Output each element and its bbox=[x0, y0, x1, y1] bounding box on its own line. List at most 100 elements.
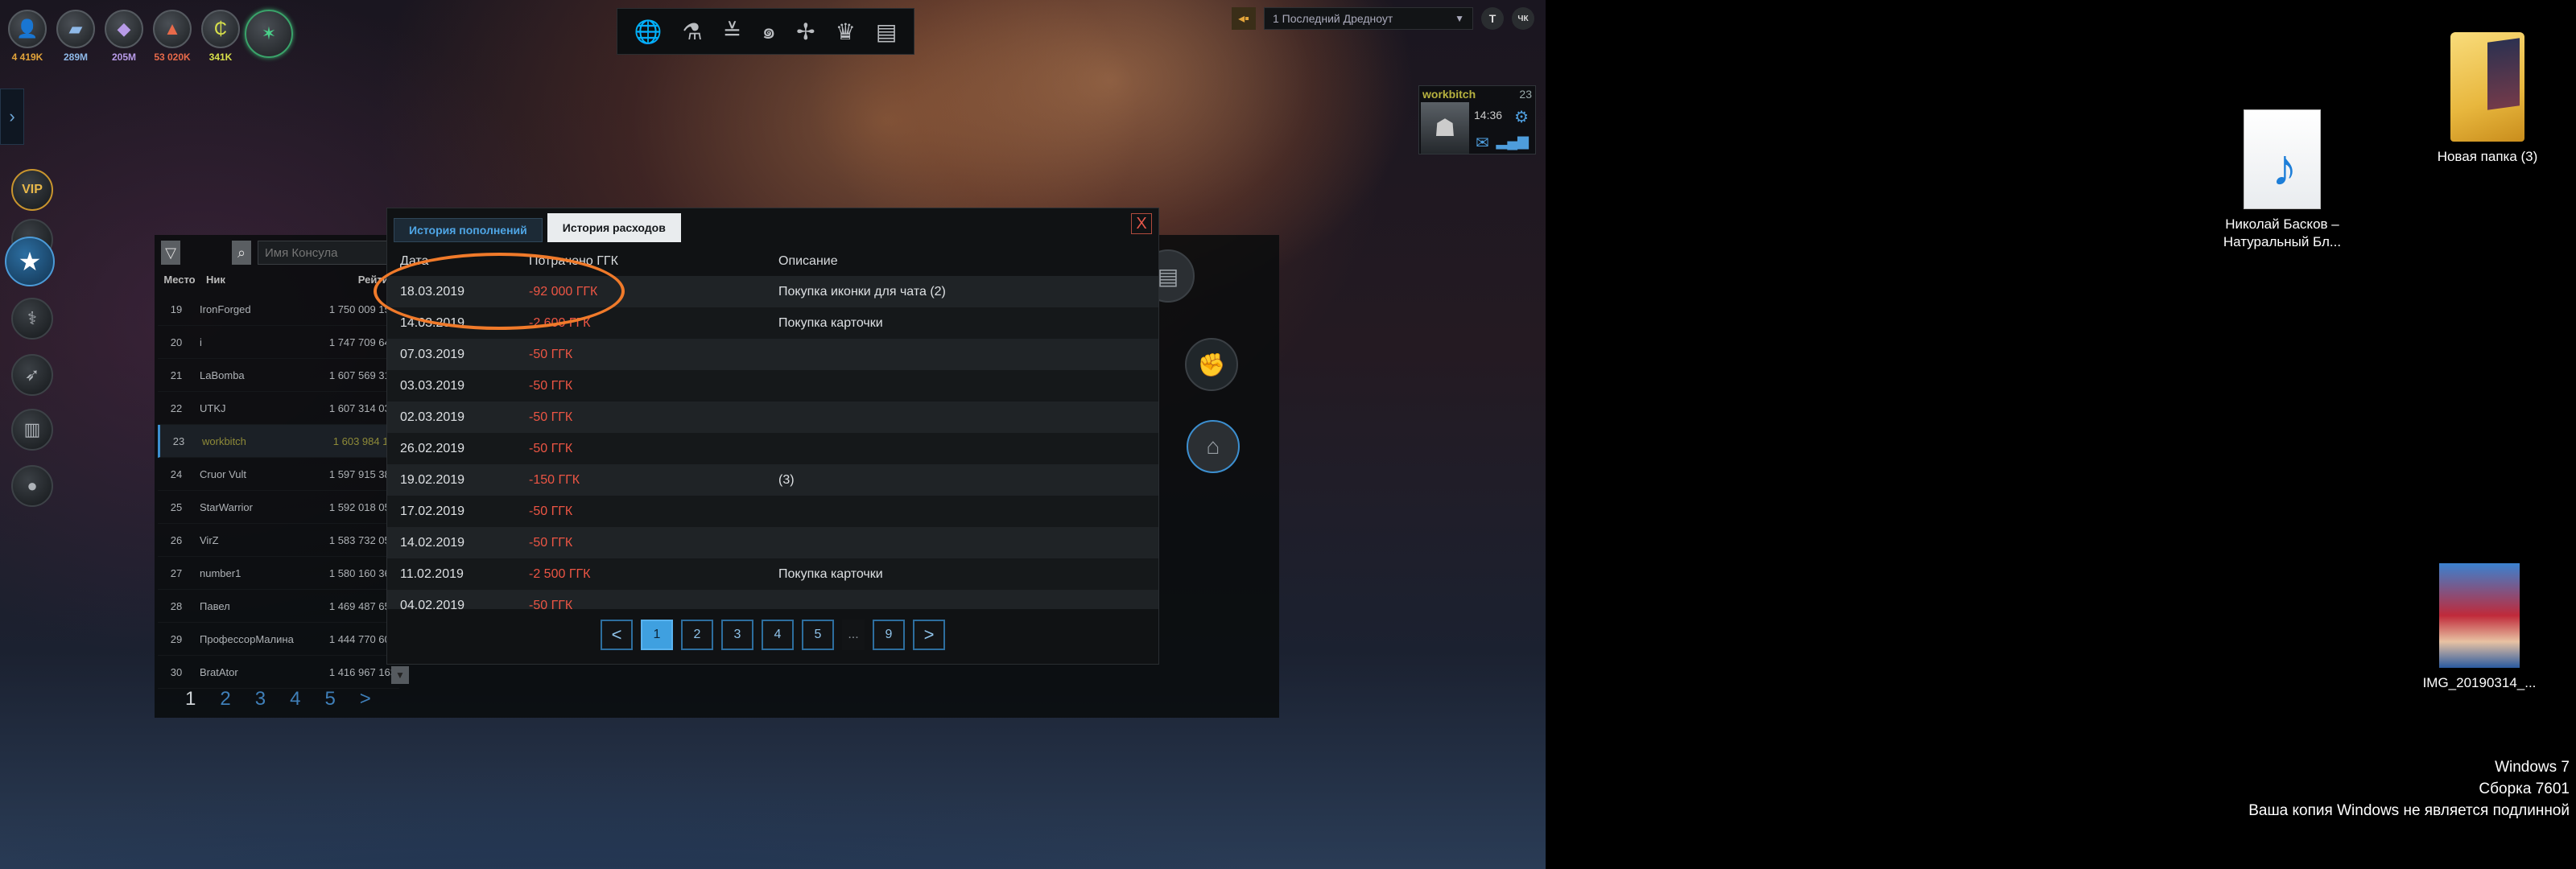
desktop-icon-media[interactable]: Николай Басков – Натуральный Бл... bbox=[2202, 109, 2363, 251]
resource-value: 341K bbox=[208, 51, 233, 63]
table-row[interactable]: 27 number1 1 580 160 366 bbox=[158, 557, 399, 590]
page-button-5[interactable]: 5 bbox=[802, 620, 834, 650]
gear-icon[interactable]: ⚙ bbox=[1514, 107, 1529, 127]
dialog-tabs: История пополнений История расходов bbox=[394, 213, 681, 242]
rating-nick: Cruor Vult bbox=[200, 467, 247, 480]
table-row[interactable]: 26 VirZ 1 583 732 053 bbox=[158, 524, 399, 557]
row-date: 11.02.2019 bbox=[400, 566, 464, 581]
row-spent: -2 600 ГГК bbox=[529, 315, 591, 330]
page-button-2[interactable]: 2 bbox=[681, 620, 713, 650]
windows-desktop: Новая папка (3) Николай Басков – Натурал… bbox=[1546, 0, 2576, 869]
rating-place: 24 bbox=[170, 467, 183, 480]
table-row[interactable]: 21 LaBomba 1 607 569 317 bbox=[158, 359, 399, 392]
avatar[interactable]: ☗ bbox=[1421, 102, 1469, 154]
resource-credits[interactable]: ₵ 341K bbox=[198, 10, 243, 66]
header-place: Место bbox=[163, 274, 196, 286]
fleet-button[interactable]: ➶ bbox=[11, 354, 53, 396]
top-toolbar: 🌐 ⚗ ≚ ๑ ✢ ♛ ▤ bbox=[617, 8, 914, 55]
player-card[interactable]: workbitch 23 ☗ 14:36 ⚙ ✉ ▂▄▆ bbox=[1418, 85, 1536, 154]
flask-icon[interactable]: ⚗ bbox=[683, 19, 703, 45]
rating-page-1[interactable]: 1 bbox=[185, 688, 196, 710]
row-date: 18.03.2019 bbox=[400, 284, 465, 299]
rating-place: 23 bbox=[172, 434, 185, 447]
home-heart-icon[interactable]: ⌂ bbox=[1187, 420, 1240, 473]
rating-place: 25 bbox=[170, 500, 183, 513]
resource-bar: 👤 4 419K ▰ 289M ◆ 205M ▲ 53 020K ₵ 341K ✶ bbox=[5, 10, 293, 66]
speaker-icon[interactable]: ◂▪ bbox=[1232, 7, 1256, 30]
globe-icon[interactable]: 🌐 bbox=[634, 19, 663, 45]
rating-page-4[interactable]: 4 bbox=[290, 688, 300, 710]
prev-page-button[interactable]: < bbox=[601, 620, 633, 650]
table-row[interactable]: 29 ПрофессорМалина 1 444 770 606 bbox=[158, 623, 399, 656]
page-ellipsis: ... bbox=[842, 620, 865, 650]
galaxy-icon[interactable]: ๑ bbox=[762, 14, 776, 49]
table-row[interactable]: 20 i 1 747 709 646 bbox=[158, 326, 399, 359]
alliance-button[interactable]: ⚕ bbox=[11, 298, 53, 340]
side-panel-toggle[interactable]: › bbox=[0, 89, 24, 145]
table-row[interactable]: 23 workbitch 1 603 984 111 bbox=[158, 425, 399, 458]
vip-button[interactable]: VIP bbox=[11, 169, 53, 211]
table-row[interactable]: 24 Cruor Vult 1 597 915 388 bbox=[158, 458, 399, 491]
chat-button[interactable]: ● bbox=[11, 465, 53, 507]
table-row[interactable]: 25 StarWarrior 1 592 018 057 bbox=[158, 491, 399, 524]
rating-page->[interactable]: > bbox=[360, 688, 371, 710]
rating-score: 1 416 967 163 bbox=[328, 665, 396, 678]
dreadnought-select[interactable]: 1 Последний Дредноут ▼ bbox=[1264, 7, 1473, 30]
resource-crystal[interactable]: ◆ 205M bbox=[101, 10, 147, 66]
rating-page-5[interactable]: 5 bbox=[324, 688, 335, 710]
crown-icon[interactable]: ♛ bbox=[836, 19, 856, 45]
dreadnought-select-value: 1 Последний Дредноут bbox=[1273, 12, 1393, 25]
resource-population[interactable]: 👤 4 419K bbox=[5, 10, 50, 66]
filter-icon[interactable]: ▽ bbox=[161, 241, 180, 265]
fist-icon[interactable]: ✊ bbox=[1185, 338, 1238, 391]
rating-nick: UTKJ bbox=[200, 402, 226, 414]
table-row[interactable]: 30 BratAtor 1 416 967 163 bbox=[158, 656, 399, 689]
image-file-icon bbox=[2439, 563, 2520, 668]
page-button-last[interactable]: 9 bbox=[873, 620, 905, 650]
rating-nick: i bbox=[200, 336, 202, 348]
table-row[interactable]: 22 UTKJ 1 607 314 034 bbox=[158, 392, 399, 425]
fuel-icon: ▲ bbox=[153, 10, 192, 48]
chat-icon[interactable]: ▤ bbox=[876, 19, 897, 45]
desktop-icon-image[interactable]: IMG_20190314_... bbox=[2399, 563, 2560, 692]
watermark-line: Сборка 7601 bbox=[2479, 780, 2570, 797]
page-button-1[interactable]: 1 bbox=[641, 620, 673, 650]
next-page-button[interactable]: > bbox=[913, 620, 945, 650]
table-row: 04.02.2019 -50 ГГК bbox=[387, 590, 1158, 609]
tab-topup-history[interactable]: История пополнений bbox=[394, 218, 543, 242]
rating-place: 22 bbox=[170, 402, 183, 414]
resource-metal[interactable]: ▰ 289M bbox=[53, 10, 98, 66]
close-button[interactable]: X bbox=[1131, 213, 1152, 234]
rating-button[interactable]: ★ bbox=[5, 237, 55, 286]
missions-button[interactable]: ▥ bbox=[11, 409, 53, 451]
rocket-icon: ➶ bbox=[24, 364, 40, 385]
resource-fuel[interactable]: ▲ 53 020K bbox=[150, 10, 195, 66]
scroll-down-icon[interactable]: ▼ bbox=[391, 666, 409, 684]
player-level: 23 bbox=[1519, 88, 1532, 101]
consul-search-input[interactable] bbox=[258, 241, 402, 265]
page-button-3[interactable]: 3 bbox=[721, 620, 753, 650]
row-date: 03.03.2019 bbox=[400, 378, 465, 393]
rating-nick: LaBomba bbox=[200, 369, 245, 381]
cross-sword-icon[interactable]: ✢ bbox=[796, 19, 815, 45]
desktop-icon-folder[interactable]: Новая папка (3) bbox=[2407, 32, 2568, 166]
search-icon[interactable]: ⌕ bbox=[232, 241, 251, 265]
player-name: workbitch bbox=[1422, 88, 1476, 101]
rating-place: 26 bbox=[170, 533, 183, 546]
page-button-4[interactable]: 4 bbox=[762, 620, 794, 650]
header-description: Описание bbox=[778, 254, 838, 268]
table-row[interactable]: 28 Павел 1 469 487 652 bbox=[158, 590, 399, 623]
table-row[interactable]: 19 IronForged 1 750 009 151 bbox=[158, 293, 399, 326]
premium-icon: ✶ bbox=[245, 10, 293, 58]
resource-premium[interactable]: ✶ bbox=[245, 10, 293, 66]
tab-spending-history[interactable]: История расходов bbox=[547, 213, 681, 242]
rating-place: 28 bbox=[170, 599, 183, 612]
t-button[interactable]: T bbox=[1481, 7, 1504, 30]
wings-icon[interactable]: ≚ bbox=[723, 19, 741, 45]
chk-button[interactable]: ЧК bbox=[1512, 7, 1534, 30]
rating-page-3[interactable]: 3 bbox=[255, 688, 266, 710]
rating-place: 30 bbox=[170, 665, 183, 678]
mail-icon[interactable]: ✉ bbox=[1476, 133, 1489, 153]
rating-page-2[interactable]: 2 bbox=[220, 688, 230, 710]
rating-score: 1 750 009 151 bbox=[328, 303, 396, 315]
